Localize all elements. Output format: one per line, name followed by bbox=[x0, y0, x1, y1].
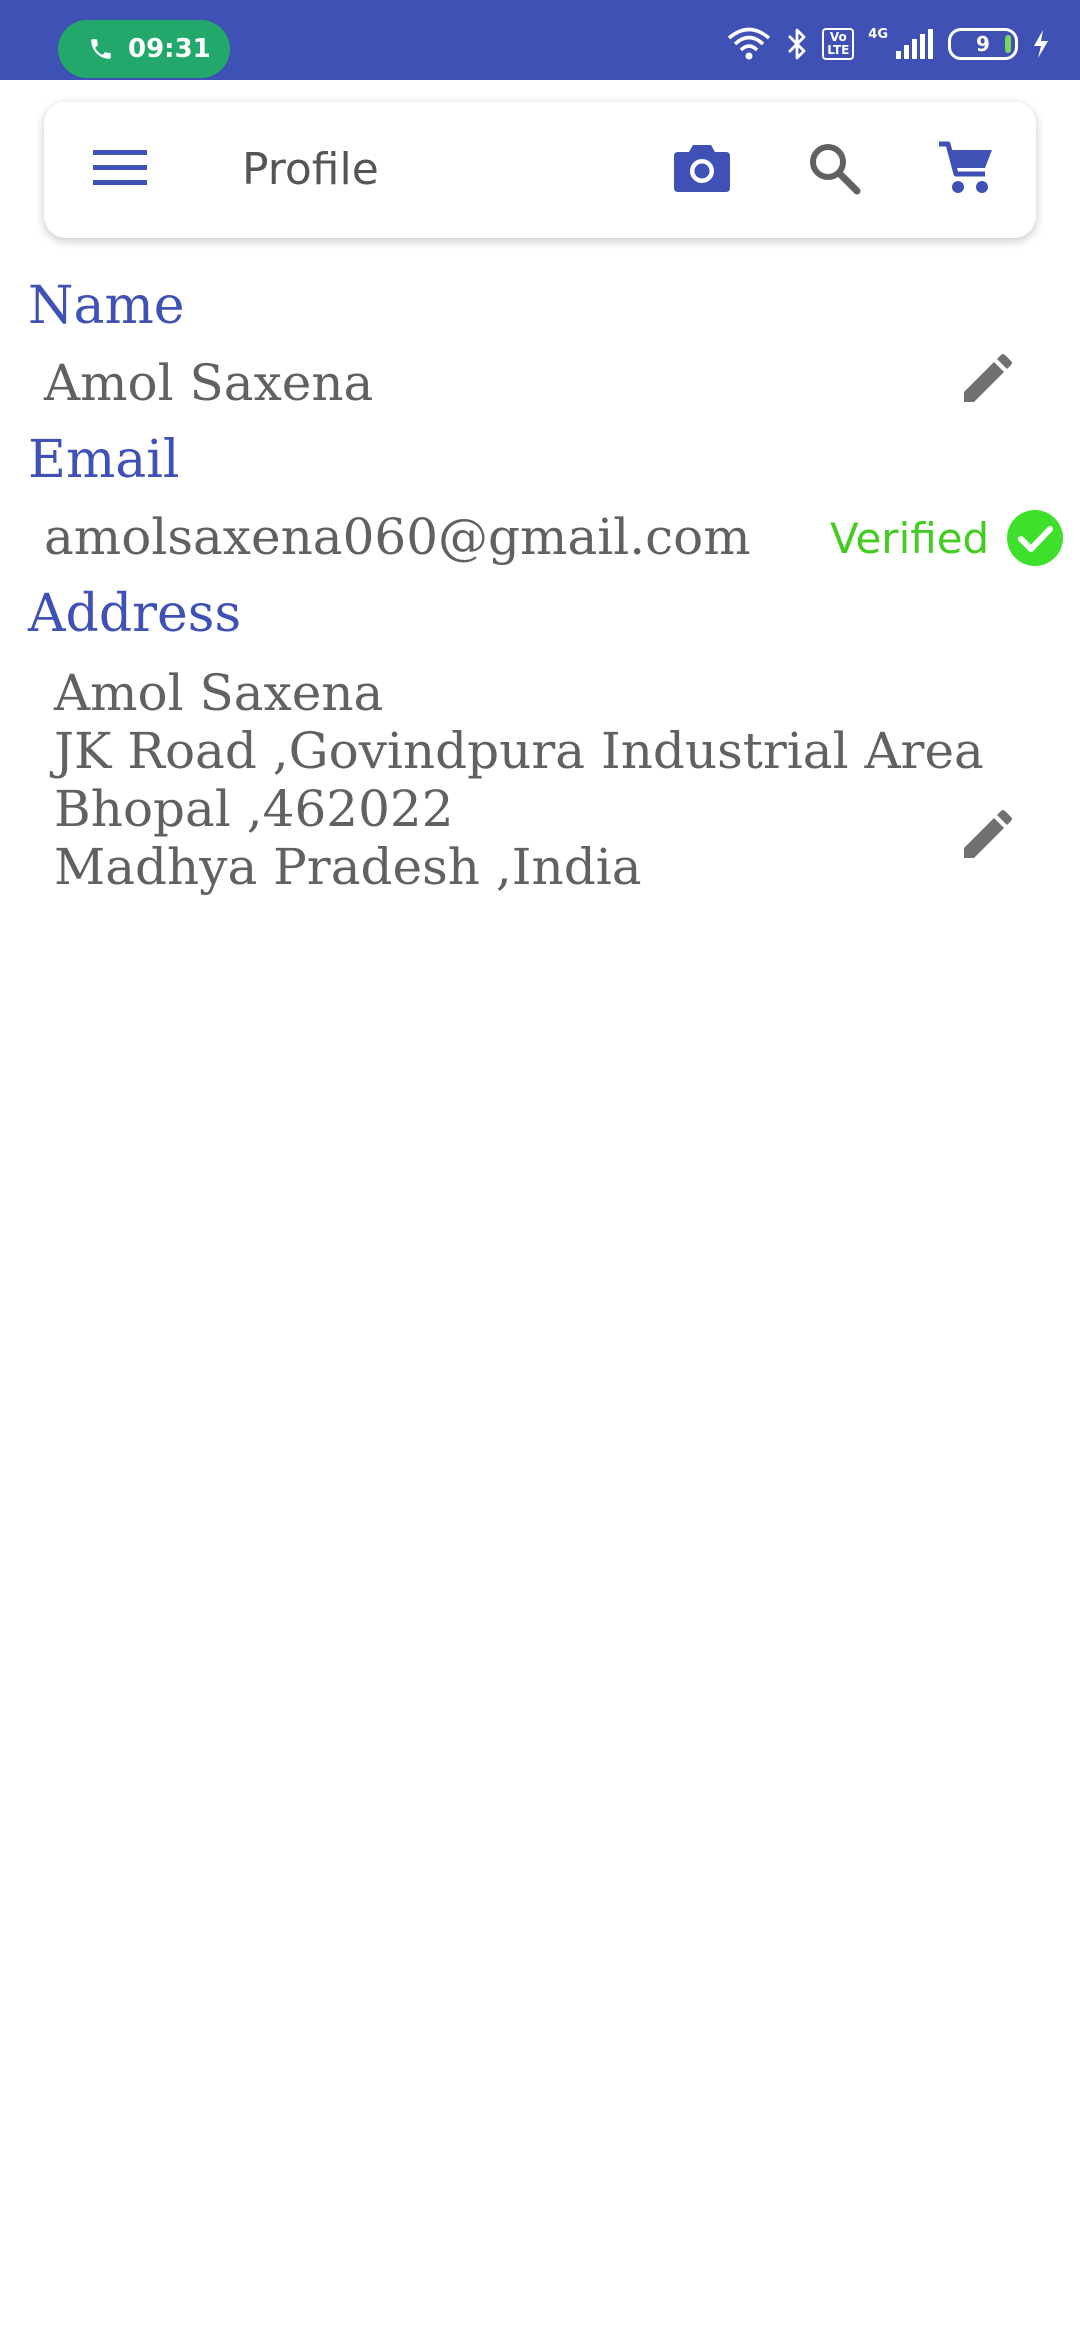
name-label: Name bbox=[28, 276, 185, 336]
email-value: amolsaxena060@gmail.com bbox=[44, 508, 751, 566]
signal-icon bbox=[894, 29, 934, 59]
address-label: Address bbox=[28, 584, 242, 644]
status-icons: Vo LTE 4G 9 bbox=[726, 22, 1050, 66]
phone-icon bbox=[88, 36, 114, 62]
status-time: 09:31 bbox=[128, 34, 211, 64]
address-line: Bhopal ,462022 bbox=[54, 780, 454, 838]
address-line: JK Road ,Govindpura Industrial Area bbox=[54, 722, 984, 780]
charging-icon bbox=[1032, 29, 1050, 59]
app-bar: Profile bbox=[44, 102, 1036, 238]
name-value: Amol Saxena bbox=[44, 354, 374, 412]
pencil-icon bbox=[960, 353, 1012, 411]
address-block: Amol Saxena JK Road ,Govindpura Industri… bbox=[54, 664, 984, 896]
verified-text: Verified bbox=[830, 513, 990, 563]
page-title: Profile bbox=[242, 144, 379, 195]
email-label: Email bbox=[28, 430, 180, 490]
camera-button[interactable] bbox=[670, 138, 734, 202]
wifi-icon bbox=[726, 27, 772, 61]
status-bar: 09:31 Vo LTE 4G 9 bbox=[0, 0, 1080, 80]
cart-icon bbox=[937, 140, 995, 201]
search-icon bbox=[807, 141, 861, 200]
cart-button[interactable] bbox=[934, 138, 998, 202]
battery-level: 9 bbox=[976, 32, 990, 56]
menu-icon bbox=[93, 148, 147, 193]
menu-button[interactable] bbox=[92, 142, 148, 198]
ongoing-call-pill[interactable]: 09:31 bbox=[58, 20, 230, 78]
network-type-label: 4G bbox=[868, 26, 888, 42]
pencil-icon bbox=[960, 809, 1012, 867]
verified-badge: Verified bbox=[830, 510, 1064, 566]
edit-address-button[interactable] bbox=[954, 806, 1018, 870]
bluetooth-icon bbox=[786, 27, 808, 61]
edit-name-button[interactable] bbox=[954, 350, 1018, 414]
battery-icon: 9 bbox=[948, 28, 1018, 60]
check-circle-icon bbox=[1007, 510, 1064, 566]
camera-icon bbox=[673, 143, 731, 198]
address-line: Amol Saxena bbox=[54, 664, 384, 722]
search-button[interactable] bbox=[802, 138, 866, 202]
battery-fill bbox=[1005, 35, 1011, 53]
volte-icon: Vo LTE bbox=[822, 28, 855, 60]
address-line: Madhya Pradesh ,India bbox=[54, 838, 642, 896]
